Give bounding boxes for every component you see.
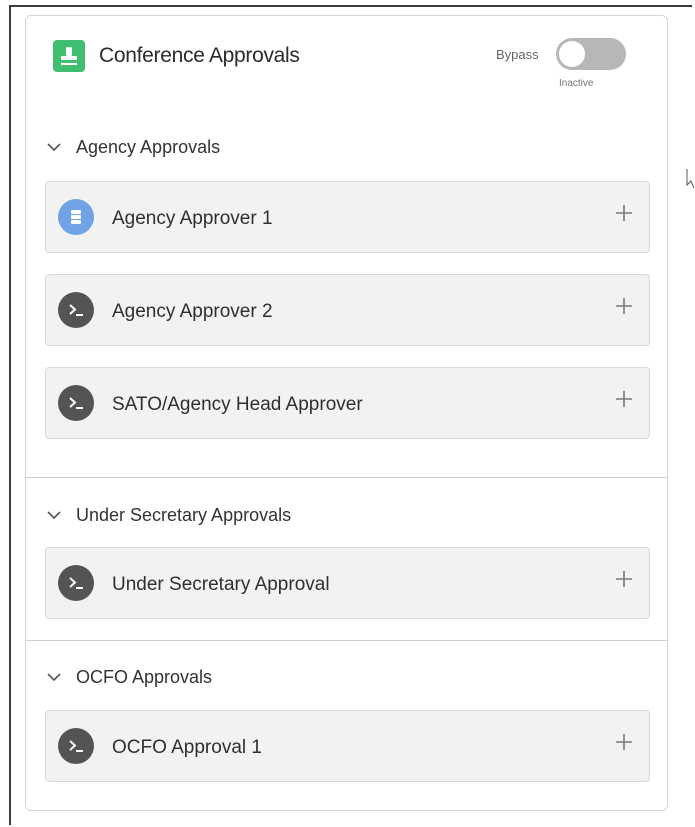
bypass-label: Bypass (496, 47, 539, 62)
terminal-icon (58, 728, 94, 764)
database-icon (58, 199, 94, 235)
section-title: Agency Approvals (76, 136, 221, 157)
approver-row-agency-approver-1[interactable]: Agency Approver 1 (45, 181, 650, 253)
section-divider (26, 640, 667, 641)
add-icon[interactable] (613, 202, 635, 224)
approver-row-agency-approver-2[interactable]: Agency Approver 2 (45, 274, 650, 346)
approver-label: OCFO Approval 1 (112, 737, 262, 758)
toggle-knob (559, 41, 585, 67)
add-icon[interactable] (613, 388, 635, 410)
bypass-status: Inactive (559, 78, 594, 89)
panel-header: Conference Approvals Bypass Inactive (53, 38, 626, 94)
approver-label: Agency Approver 1 (112, 208, 273, 229)
section-toggle-agency-approvals[interactable]: Agency Approvals (46, 134, 220, 160)
section-title: Under Secretary Approvals (76, 504, 292, 525)
add-icon[interactable] (613, 568, 635, 590)
approver-row-sato-agency-head[interactable]: SATO/Agency Head Approver (45, 367, 650, 439)
section-toggle-ocfo-approvals[interactable]: OCFO Approvals (46, 664, 212, 690)
section-divider (26, 477, 667, 478)
section-title: OCFO Approvals (76, 666, 213, 687)
add-icon[interactable] (613, 295, 635, 317)
page-title: Conference Approvals (99, 44, 300, 67)
approver-label: SATO/Agency Head Approver (112, 394, 363, 415)
approver-row-ocfo-approval-1[interactable]: OCFO Approval 1 (45, 710, 650, 782)
chevron-down-icon (47, 673, 61, 682)
approver-row-under-secretary[interactable]: Under Secretary Approval (45, 547, 650, 619)
add-icon[interactable] (613, 731, 635, 753)
chevron-down-icon (47, 143, 61, 152)
mouse-cursor-icon (686, 169, 695, 189)
terminal-icon (58, 292, 94, 328)
approver-label: Agency Approver 2 (112, 301, 273, 322)
stamp-icon (53, 40, 85, 72)
approvals-panel: Conference Approvals Bypass Inactive Age… (25, 15, 668, 811)
terminal-icon (58, 385, 94, 421)
section-toggle-under-secretary-approvals[interactable]: Under Secretary Approvals (46, 502, 291, 528)
bypass-toggle[interactable] (556, 38, 626, 70)
terminal-icon (58, 565, 94, 601)
chevron-down-icon (47, 511, 61, 520)
approver-label: Under Secretary Approval (112, 574, 330, 595)
